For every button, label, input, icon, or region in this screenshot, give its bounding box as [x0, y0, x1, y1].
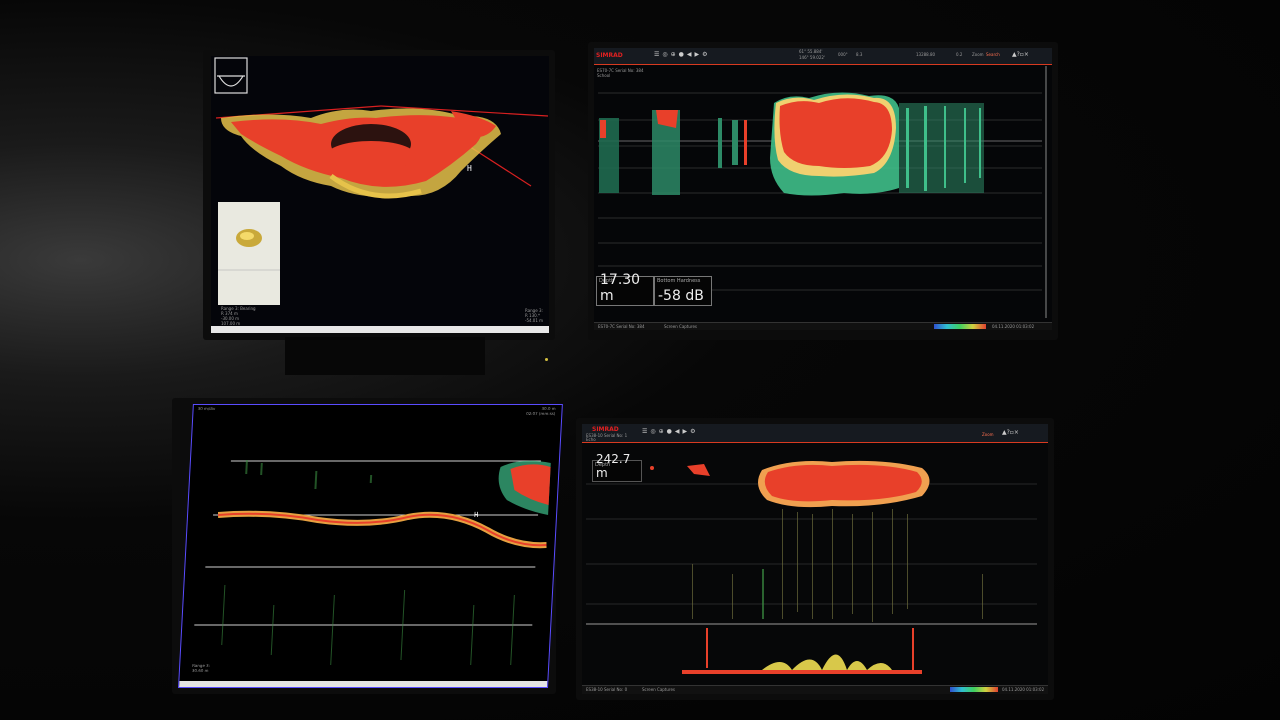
br-color-scale [950, 687, 998, 692]
br-water-column-traces [692, 509, 983, 622]
tr-color-scale [934, 324, 986, 329]
bl-noise [221, 460, 515, 665]
tl-readout-left: Range 3: Bearing R 374 m -30.00 m 107.00… [221, 306, 256, 326]
tr-status-bar: ES70-7C Serial No: 384 Screen Captures 0… [594, 322, 1052, 330]
tr-timestamp: 04.11.2020 01:03:02 [992, 324, 1035, 329]
br-status-bar: ES38-10 Serial No: 0 Screen Captures 04.… [582, 685, 1048, 694]
range-marker: H [467, 164, 472, 173]
bl-grid [194, 460, 541, 626]
top-left-sonar-screen: H Range 3: Bearing R 374 m -30.00 m 107.… [211, 56, 549, 333]
bottom-scale-bar [211, 326, 549, 333]
br-footer-transceiver: ES38-10 Serial No: 0 [586, 687, 628, 692]
tl-readout-right: Range 3: R 130.* -54.01 m [525, 308, 543, 323]
tr-screen-captures-tab[interactable]: Screen Captures [664, 324, 697, 329]
br-bottom-panel-trace [682, 628, 922, 674]
status-led [545, 358, 548, 361]
bl-seabed-trace [217, 510, 547, 549]
tr-depth-readout: Depth 17.30 m [596, 272, 654, 306]
tr-hardness-readout: Bottom Hardness -58 dB [654, 276, 712, 306]
bl-range-marker: H [474, 511, 479, 519]
desk-label-plate [285, 337, 485, 375]
br-timestamp: 04.11.2020 01:03:02 [1002, 687, 1045, 692]
tl-readout-line: -54.01 m [525, 318, 544, 323]
depth-value: 17.30 m [600, 272, 641, 304]
fish-inset-image [218, 202, 280, 305]
bottom-right-echosounder-screen: SIMRAD ES38-10 Serial No: 1 Echo Zoom ☰◎… [582, 424, 1048, 694]
hardness-value: -58 dB [658, 288, 704, 304]
br-screen-captures-tab[interactable]: Screen Captures [642, 687, 675, 692]
top-right-echosounder-screen: SIMRAD 61° 55.884' 146° 59.022' 000° 8.3… [594, 48, 1052, 330]
bl-echo-school [498, 460, 551, 515]
tr-footer-transceiver: ES70-7C Serial No: 384 [598, 324, 645, 329]
bl-readout-line: 30.60 m [191, 668, 209, 673]
hardness-label: Bottom Hardness [657, 278, 701, 284]
bottom-left-echogram-screen: 30 m/div 30.0 m 02:07 (mm:ss) H Range 3:… [178, 404, 563, 688]
bl-echogram: H [194, 460, 551, 665]
bl-bottom-bar [179, 681, 548, 687]
bl-readout: Range 3: 30.60 m [192, 663, 210, 673]
tr-echo-traces [599, 92, 984, 196]
top-left-sonar-view: H [211, 56, 549, 333]
tl-readout-line: 107.00 m [221, 321, 241, 326]
br-echogram [586, 460, 1037, 674]
